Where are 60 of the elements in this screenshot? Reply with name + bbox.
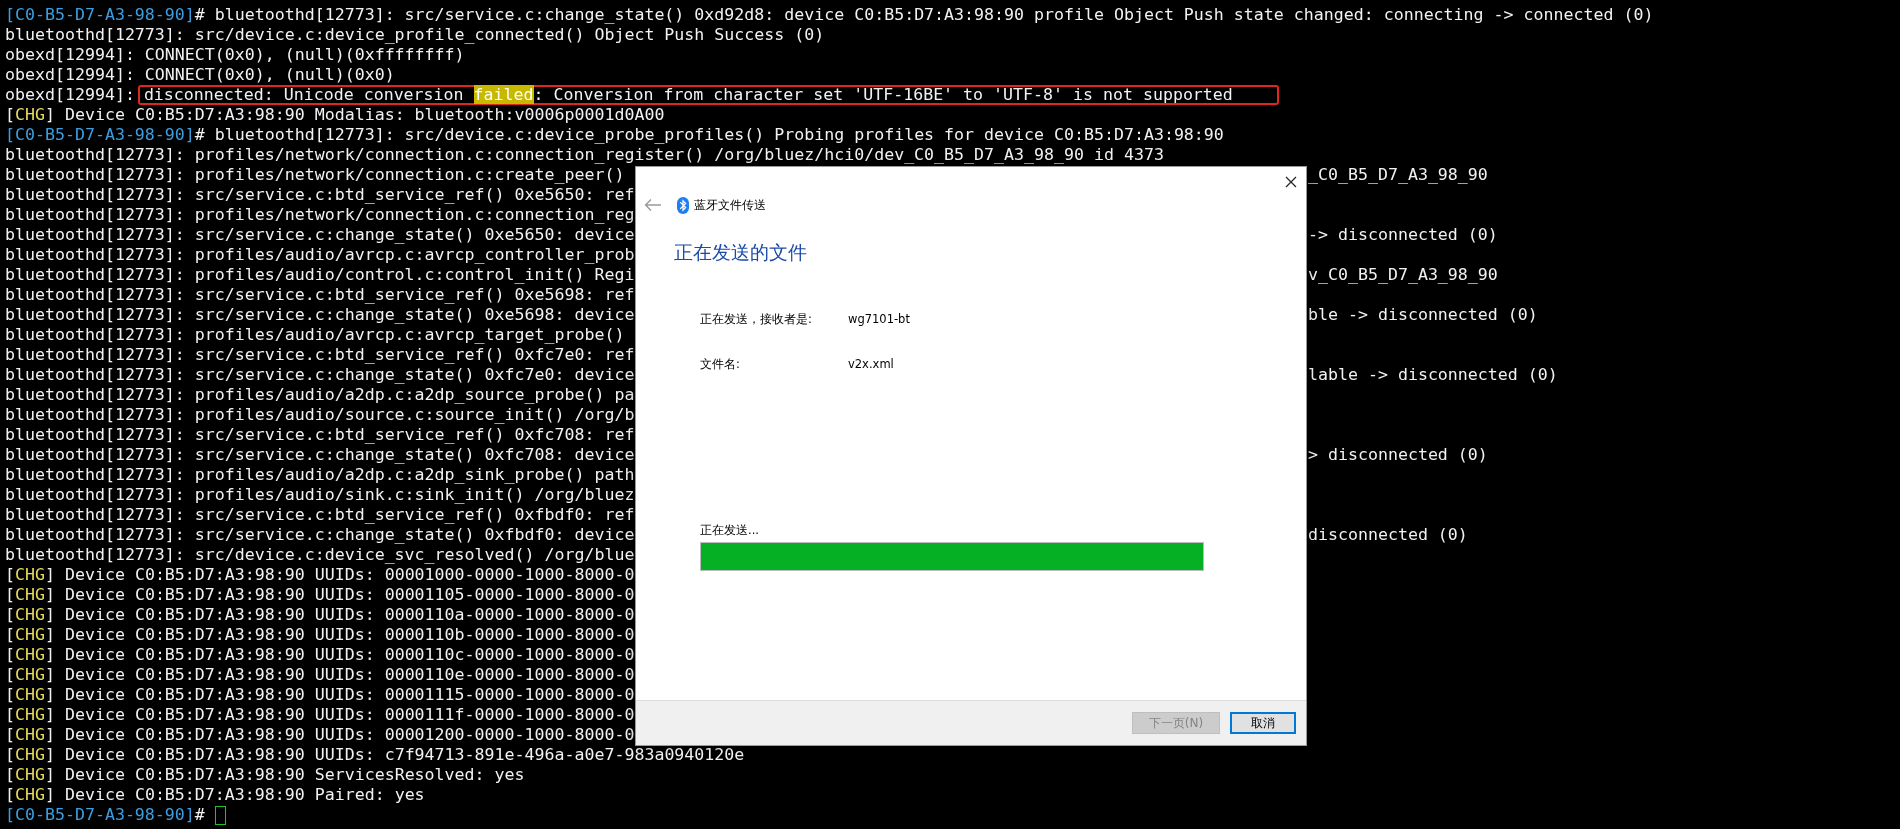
terminal-line: obexd[12994]: CONNECT(0x0), (null)(0x0) (5, 65, 395, 85)
terminal-line: > disconnected (0) (1308, 445, 1488, 465)
terminal-line: bluetoothd[12773]: src/service.c:change_state() 0xfc7e0: device (5, 365, 635, 385)
terminal-line: bluetoothd[12773]: profiles/audio/sink.c:sink_init() /org/bluez (5, 485, 635, 505)
terminal-line: ble -> disconnected (0) (1308, 305, 1538, 325)
terminal-line: bluetoothd[12773]: src/service.c:change_state() 0xfc708: device (5, 445, 635, 465)
terminal-line: -> disconnected (0) (1308, 225, 1498, 245)
terminal-line: [CHG] Device C0:B5:D7:A3:98:90 Modalias: bluetooth:v0006p0001d0A00 (5, 105, 665, 125)
terminal-line: bluetoothd[12773]: profiles/audio/a2dp.c:a2dp_sink_probe() path (5, 465, 635, 485)
terminal-line: [CHG] Device C0:B5:D7:A3:98:90 UUIDs: 0000110a-0000-1000-8000-0 (5, 605, 635, 625)
terminal-line: bluetoothd[12773]: profiles/audio/a2dp.c:a2dp_source_probe() pa (5, 385, 635, 405)
close-icon[interactable] (1285, 176, 1297, 188)
terminal-line: bluetoothd[12773]: profiles/audio/avrcp.c:avrcp_target_probe() (5, 325, 625, 345)
terminal-line: bluetoothd[12773]: profiles/network/connection.c:connection_reg (5, 205, 635, 225)
status-text: 正在发送... (700, 523, 760, 538)
terminal-line: [CHG] Device C0:B5:D7:A3:98:90 UUIDs: 00001115-0000-1000-8000-0 (5, 685, 635, 705)
terminal-line: bluetoothd[12773]: profiles/audio/source.c:source_init() /org/b (5, 405, 635, 425)
terminal-line: lable -> disconnected (0) (1308, 365, 1558, 385)
terminal-line: [C0-B5-D7-A3-98-90]# bluetoothd[12773]: src/device.c:device_probe_profiles() Probing profiles for device C0:B5:D7:A3:98:90 (5, 125, 1224, 145)
field-value: wg7101-bt (848, 312, 910, 326)
terminal-line: bluetoothd[12773]: src/service.c:change_state() 0xe5650: device (5, 225, 635, 245)
terminal-line: [CHG] Device C0:B5:D7:A3:98:90 UUIDs: 0000110c-0000-1000-8000-0 (5, 645, 635, 665)
terminal-line: bluetoothd[12773]: src/service.c:btd_service_ref() 0xfc7e0: ref (5, 345, 635, 365)
terminal-line: bluetoothd[12773]: src/service.c:btd_service_ref() 0xe5650: ref (5, 185, 635, 205)
terminal-line: [CHG] Device C0:B5:D7:A3:98:90 Paired: yes (5, 785, 425, 805)
highlight-box: disconnected: Unicode conversion failed: Conversion from character set 'UTF-16BE' to 'UTF-8' is not supported (137, 85, 1279, 105)
terminal-line: [CHG] Device C0:B5:D7:A3:98:90 UUIDs: c7f94713-891e-496a-a0e7-983a0940120e (5, 745, 745, 765)
field-label: 正在发送，接收者是: (700, 311, 813, 327)
terminal-line: bluetoothd[12773]: profiles/network/connection.c:create_peer() (5, 165, 626, 185)
terminal-line: obexd[12994]: (5, 85, 135, 105)
terminal-line: [C0-B5-D7-A3-98-90]# bluetoothd[12773]: src/service.c:change_state() 0xd92d8: device C0:B5:D7:A3:98:90 profile Object Push state changed: connecting -> connected (0) (5, 5, 1654, 25)
terminal-line: bluetoothd[12773]: profiles/audio/control.c:control_init() Regi (5, 265, 635, 285)
terminal-line: _C0_B5_D7_A3_98_90 (1308, 165, 1488, 185)
dialog-title: 蓝牙文件传送 (694, 196, 766, 214)
terminal-line: bluetoothd[12773]: src/service.c:btd_service_ref() 0xfbdf0: ref (5, 505, 635, 525)
terminal-line: [CHG] Device C0:B5:D7:A3:98:90 ServicesResolved: yes (5, 765, 525, 785)
terminal-line: [CHG] Device C0:B5:D7:A3:98:90 UUIDs: 00001000-0000-1000-8000-0 (5, 565, 635, 585)
field-value: v2x.xml (848, 357, 894, 371)
terminal-line: bluetoothd[12773]: src/service.c:change_state() 0xfbdf0: device (5, 525, 635, 545)
terminal-line: [CHG] Device C0:B5:D7:A3:98:90 UUIDs: 0000110e-0000-1000-8000-0 (5, 665, 635, 685)
terminal-line: bluetoothd[12773]: profiles/audio/avrcp.c:avrcp_controller_prob (5, 245, 635, 265)
terminal-line: [CHG] Device C0:B5:D7:A3:98:90 UUIDs: 00001200-0000-1000-8000-0 (5, 725, 635, 745)
terminal-line: [CHG] Device C0:B5:D7:A3:98:90 UUIDs: 0000111f-0000-1000-8000-0 (5, 705, 635, 725)
terminal-line: obexd[12994]: CONNECT(0x0), (null)(0xffffffff) (5, 45, 465, 65)
terminal-line: disconnected (0) (1308, 525, 1468, 545)
terminal-line: [CHG] Device C0:B5:D7:A3:98:90 UUIDs: 00001105-0000-1000-8000-0 (5, 585, 635, 605)
terminal-line: [CHG] Device C0:B5:D7:A3:98:90 UUIDs: 0000110b-0000-1000-8000-0 (5, 625, 635, 645)
cancel-button[interactable]: 取消 (1230, 712, 1296, 734)
dialog-heading: 正在发送的文件 (674, 240, 808, 265)
terminal-line: bluetoothd[12773]: src/device.c:device_profile_connected() Object Push Success (0) (5, 25, 825, 45)
text-cursor (214, 805, 226, 825)
terminal-line: v_C0_B5_D7_A3_98_90 (1308, 265, 1498, 285)
terminal-line: bluetoothd[12773]: src/service.c:btd_service_ref() 0xe5698: ref (5, 285, 635, 305)
terminal-line: bluetoothd[12773]: src/device.c:device_svc_resolved() /org/blue (5, 545, 635, 565)
terminal-line: bluetoothd[12773]: src/service.c:change_state() 0xe5698: device (5, 305, 635, 325)
terminal-line: bluetoothd[12773]: profiles/network/connection.c:connection_register() /org/bluez/hci0/dev_C0_B5_D7_A3_98_90 id 4373 (5, 145, 1164, 165)
field-label: 文件名: (700, 356, 741, 372)
terminal-line: bluetoothd[12773]: src/service.c:btd_service_ref() 0xfc708: ref (5, 425, 635, 445)
terminal-line: [C0-B5-D7-A3-98-90]# (5, 805, 205, 825)
bluetooth-icon (677, 196, 689, 214)
